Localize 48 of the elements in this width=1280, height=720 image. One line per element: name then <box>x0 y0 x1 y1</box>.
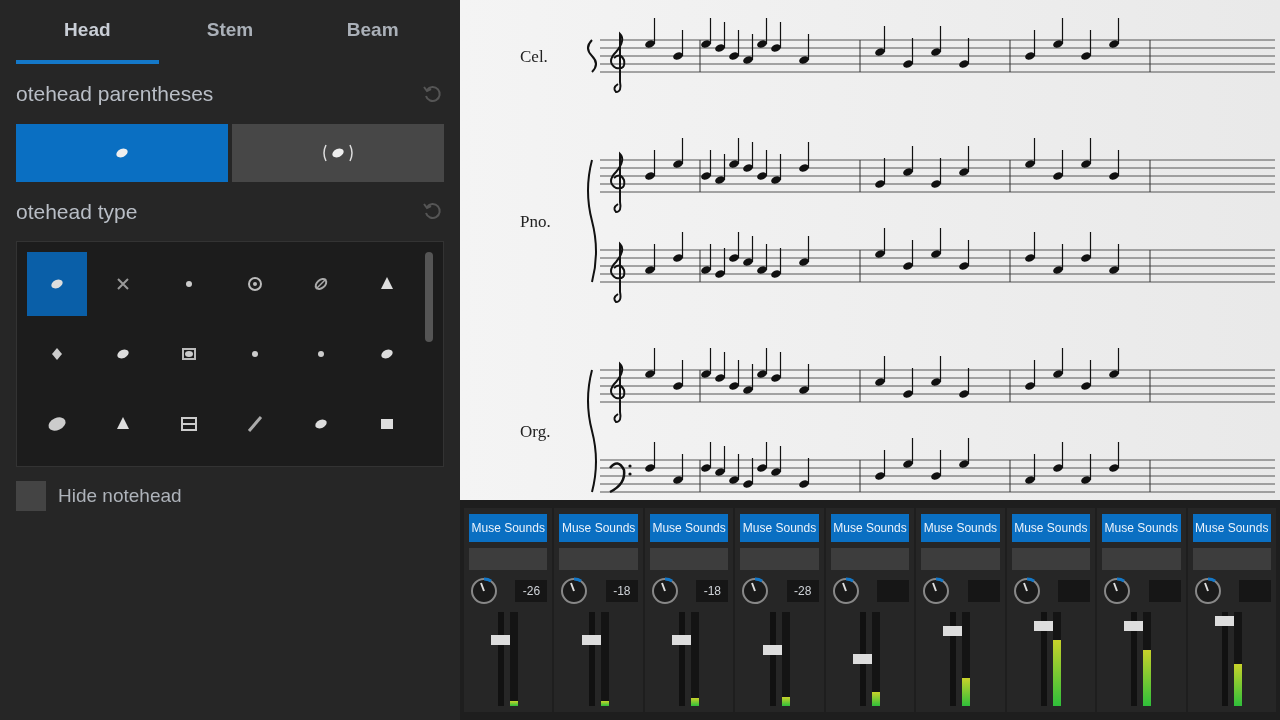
fader-thumb[interactable] <box>491 635 512 646</box>
sound-button[interactable]: Muse Sounds <box>921 514 1000 542</box>
fader-thumb[interactable] <box>852 654 873 664</box>
dot-notehead-icon <box>251 350 259 358</box>
pan-knob[interactable] <box>830 576 861 606</box>
pan-knob[interactable] <box>559 576 590 606</box>
volume-reading: -18 <box>605 580 638 602</box>
instrument-label: Cel. <box>520 47 548 66</box>
pan-knob[interactable] <box>1192 576 1223 606</box>
fader-thumb[interactable] <box>581 635 602 646</box>
sound-button[interactable]: Muse Sounds <box>1192 514 1271 542</box>
volume-reading: -26 <box>515 580 548 602</box>
sound-button[interactable]: Muse Sounds <box>649 514 729 542</box>
checkbox-label: Hide notehead <box>58 483 182 508</box>
section-title: otehead type <box>16 198 138 225</box>
bracket-drawing <box>587 39 597 73</box>
section-title: otehead parentheses <box>16 81 214 107</box>
scrollbar[interactable] <box>425 252 433 342</box>
pan-knob[interactable] <box>649 576 680 606</box>
pan-knob[interactable] <box>1102 576 1133 606</box>
pan-knob[interactable] <box>469 576 499 606</box>
sound-button[interactable]: Muse Sounds <box>559 514 638 542</box>
pan-knob[interactable] <box>921 576 952 606</box>
tab[interactable]: Head <box>16 0 159 64</box>
fader-thumb[interactable] <box>1124 621 1145 632</box>
fader-thumb[interactable] <box>762 644 783 655</box>
dot-notehead-icon <box>317 350 325 358</box>
fader-thumb[interactable] <box>1033 621 1054 632</box>
sound-button[interactable]: Muse Sounds <box>830 514 910 542</box>
tab[interactable]: Beam <box>301 0 444 64</box>
instrument-label: Org. <box>520 422 551 441</box>
large-notehead-icon <box>45 414 69 434</box>
sound-button[interactable]: Muse Sounds <box>469 514 548 542</box>
dot-notehead-icon <box>185 280 193 288</box>
sound-button[interactable]: Muse Sounds <box>1011 514 1091 542</box>
pan-knob[interactable] <box>1011 576 1042 606</box>
sound-button[interactable]: Muse Sounds <box>740 514 819 542</box>
checkbox[interactable] <box>16 481 46 511</box>
volume-reading: -28 <box>786 580 819 602</box>
pan-knob[interactable] <box>740 576 771 606</box>
instrument-label: Pno. <box>520 212 551 231</box>
parenthesized-notehead-icon <box>321 142 355 163</box>
volume-reading: -18 <box>696 580 729 602</box>
tab[interactable]: Stem <box>158 0 302 64</box>
fader-thumb[interactable] <box>1214 616 1235 627</box>
fader-thumb[interactable] <box>672 635 693 646</box>
fader-thumb[interactable] <box>943 625 964 636</box>
sound-button[interactable]: Muse Sounds <box>1102 514 1181 542</box>
